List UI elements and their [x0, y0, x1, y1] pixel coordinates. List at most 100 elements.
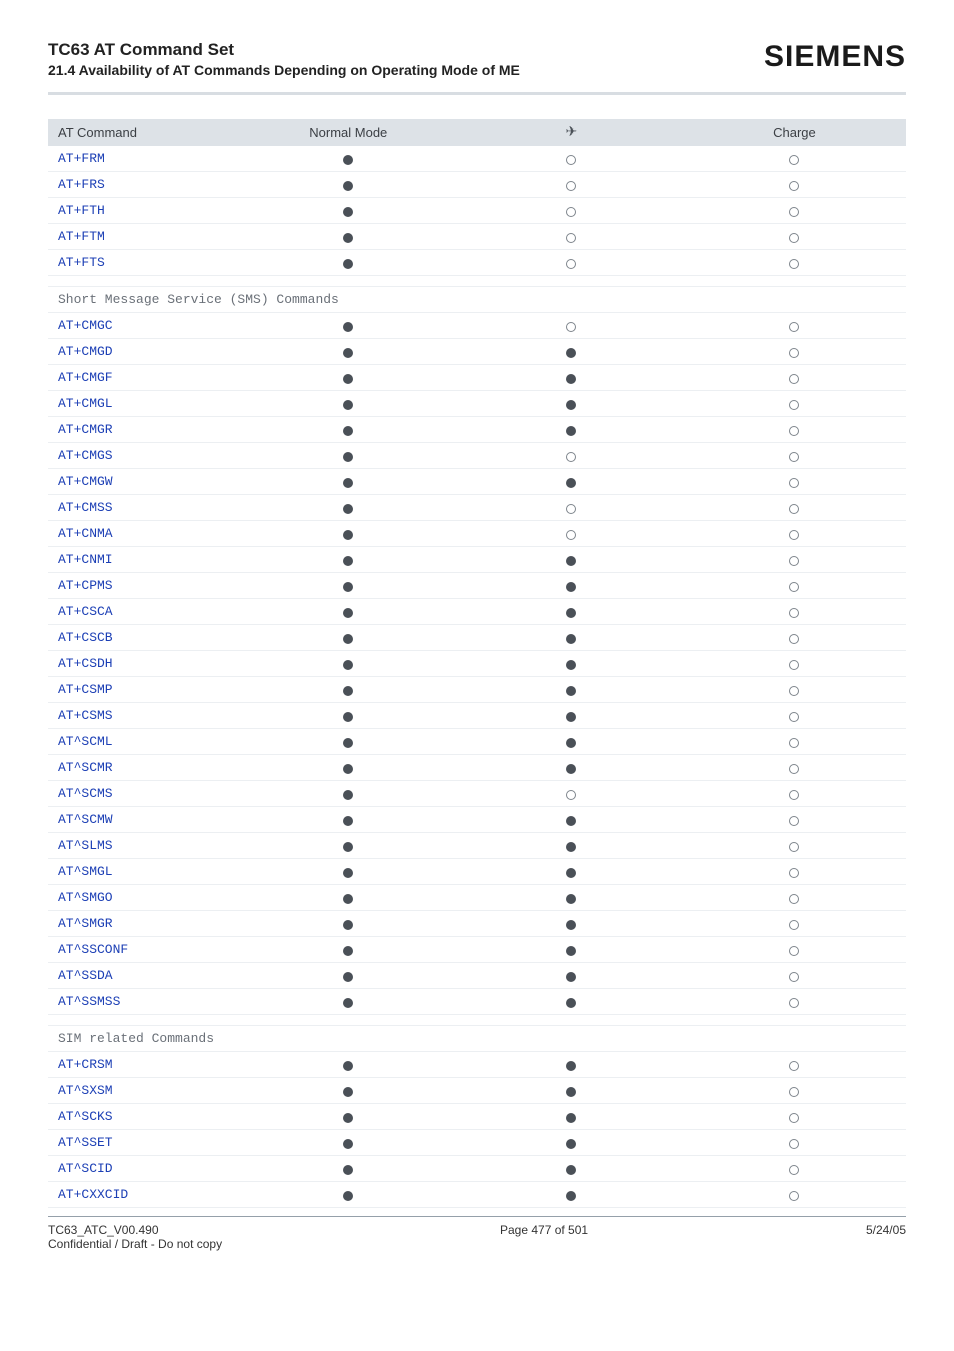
bullet-solid-icon [343, 400, 353, 410]
col-airplane-mode: ✈ [460, 119, 683, 146]
cell-command: AT^SCKS [48, 1104, 237, 1130]
cell-charge [683, 807, 906, 833]
footer-confidential: Confidential / Draft - Do not copy [48, 1237, 222, 1251]
command-link[interactable]: AT^SXSM [58, 1083, 113, 1098]
command-link[interactable]: AT+CSCB [58, 630, 113, 645]
bullet-solid-icon [343, 478, 353, 488]
cell-normal [237, 625, 460, 651]
page-header: TC63 AT Command Set 21.4 Availability of… [48, 40, 906, 92]
command-link[interactable]: AT+CNMI [58, 552, 113, 567]
bullet-open-icon [789, 842, 799, 852]
command-link[interactable]: AT^SCKS [58, 1109, 113, 1124]
bullet-open-icon [566, 530, 576, 540]
command-link[interactable]: AT+CSMS [58, 708, 113, 723]
command-link[interactable]: AT+CMGD [58, 344, 113, 359]
cell-airplane [460, 469, 683, 495]
command-link[interactable]: AT+FRS [58, 177, 105, 192]
command-link[interactable]: AT^SMGO [58, 890, 113, 905]
cell-command: AT^SSDA [48, 963, 237, 989]
command-link[interactable]: AT+CSMP [58, 682, 113, 697]
cell-normal [237, 1156, 460, 1182]
table-row: AT+FTM [48, 224, 906, 250]
command-link[interactable]: AT^SLMS [58, 838, 113, 853]
bullet-solid-icon [566, 920, 576, 930]
command-link[interactable]: AT^SMGL [58, 864, 113, 879]
bullet-open-icon [789, 504, 799, 514]
cell-command: AT^SCMW [48, 807, 237, 833]
bullet-solid-icon [343, 374, 353, 384]
table-row: AT^SSCONF [48, 937, 906, 963]
command-link[interactable]: AT^SCMR [58, 760, 113, 775]
command-link[interactable]: AT^SCMS [58, 786, 113, 801]
command-link[interactable]: AT^SCMW [58, 812, 113, 827]
command-link[interactable]: AT^SCML [58, 734, 113, 749]
cell-charge [683, 1156, 906, 1182]
bullet-open-icon [789, 582, 799, 592]
cell-airplane [460, 781, 683, 807]
cell-normal [237, 224, 460, 250]
section-sim-header: SIM related Commands [48, 1015, 906, 1052]
bullet-open-icon [789, 920, 799, 930]
command-link[interactable]: AT+CMGF [58, 370, 113, 385]
command-link[interactable]: AT^SSDA [58, 968, 113, 983]
cell-normal [237, 755, 460, 781]
bullet-solid-icon [566, 998, 576, 1008]
cell-normal [237, 1052, 460, 1078]
command-link[interactable]: AT+FTS [58, 255, 105, 270]
bullet-solid-icon [566, 608, 576, 618]
command-link[interactable]: AT+CXXCID [58, 1187, 128, 1202]
bullet-open-icon [789, 1087, 799, 1097]
bullet-open-icon [789, 478, 799, 488]
bullet-solid-icon [343, 842, 353, 852]
command-link[interactable]: AT+FTM [58, 229, 105, 244]
table-row: AT^SXSM [48, 1078, 906, 1104]
col-charge: Charge [683, 119, 906, 146]
cell-charge [683, 1104, 906, 1130]
command-link[interactable]: AT+CMGL [58, 396, 113, 411]
table-row: AT+CMGL [48, 391, 906, 417]
command-link[interactable]: AT+FRM [58, 151, 105, 166]
command-link[interactable]: AT+CMGW [58, 474, 113, 489]
col-normal-mode: Normal Mode [237, 119, 460, 146]
command-link[interactable]: AT^SSCONF [58, 942, 128, 957]
cell-normal [237, 1104, 460, 1130]
bullet-solid-icon [566, 816, 576, 826]
command-link[interactable]: AT+CMSS [58, 500, 113, 515]
cell-airplane [460, 625, 683, 651]
bullet-solid-icon [566, 1087, 576, 1097]
cell-airplane [460, 365, 683, 391]
cell-command: AT^SSET [48, 1130, 237, 1156]
command-link[interactable]: AT+CRSM [58, 1057, 113, 1072]
bullet-solid-icon [343, 207, 353, 217]
cell-normal [237, 1078, 460, 1104]
command-link[interactable]: AT+CSDH [58, 656, 113, 671]
bullet-open-icon [789, 608, 799, 618]
command-link[interactable]: AT+CPMS [58, 578, 113, 593]
cell-charge [683, 313, 906, 339]
bullet-open-icon [566, 322, 576, 332]
bullet-open-icon [789, 1165, 799, 1175]
cell-command: AT+CSCB [48, 625, 237, 651]
command-link[interactable]: AT+CNMA [58, 526, 113, 541]
command-link[interactable]: AT^SCID [58, 1161, 113, 1176]
bullet-solid-icon [566, 348, 576, 358]
bullet-solid-icon [343, 1087, 353, 1097]
cell-airplane [460, 651, 683, 677]
command-link[interactable]: AT+CMGC [58, 318, 113, 333]
cell-normal [237, 469, 460, 495]
command-link[interactable]: AT+FTH [58, 203, 105, 218]
bullet-open-icon [789, 790, 799, 800]
command-link[interactable]: AT+CSCA [58, 604, 113, 619]
section-sms-body: AT+CMGC AT+CMGD AT+CMGF AT+CMGL AT+CMGR AT+CM… [48, 313, 906, 1015]
cell-normal [237, 729, 460, 755]
command-link[interactable]: AT+CMGS [58, 448, 113, 463]
table-row: AT^SCML [48, 729, 906, 755]
command-link[interactable]: AT+CMGR [58, 422, 113, 437]
cell-normal [237, 1182, 460, 1208]
command-link[interactable]: AT^SSET [58, 1135, 113, 1150]
command-link[interactable]: AT^SMGR [58, 916, 113, 931]
bullet-solid-icon [566, 946, 576, 956]
bullet-solid-icon [343, 504, 353, 514]
cell-command: AT+CXXCID [48, 1182, 237, 1208]
command-link[interactable]: AT^SSMSS [58, 994, 120, 1009]
